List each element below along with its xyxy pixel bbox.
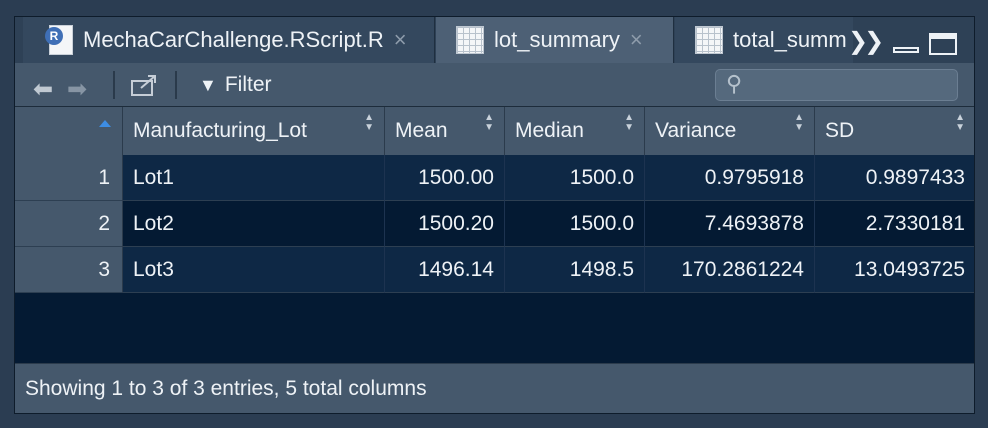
popout-icon[interactable] bbox=[129, 73, 159, 97]
cell-mean: 1500.20 bbox=[385, 201, 505, 247]
tab-total-summary[interactable]: total_summ bbox=[675, 17, 853, 63]
cell-sd: 0.9897433 bbox=[815, 155, 974, 201]
sort-icon: ▲ ▼ bbox=[955, 112, 965, 133]
toolbar-divider bbox=[113, 71, 115, 99]
table-header: Manufacturing_Lot ▲ ▼ Mean ▲ ▼ Median ▲ ▼ V… bbox=[15, 107, 974, 155]
column-header-variance[interactable]: Variance ▲ ▼ bbox=[645, 107, 815, 155]
close-tab-icon[interactable]: × bbox=[394, 27, 407, 53]
table-row[interactable]: 3 Lot3 1496.14 1498.5 170.2861224 13.049… bbox=[15, 247, 974, 293]
search-input[interactable]: ⚲ bbox=[715, 69, 958, 101]
toolbar: ⬅ ➡ ▼ Filter ⚲ bbox=[15, 63, 974, 107]
column-header-label: SD bbox=[825, 119, 855, 142]
entries-summary: Showing 1 to 3 of 3 entries, 5 total col… bbox=[25, 376, 427, 400]
tab-label: total_summ bbox=[733, 27, 847, 52]
funnel-icon: ▼ bbox=[199, 74, 217, 95]
filter-label: Filter bbox=[224, 73, 272, 96]
cell-manufacturing-lot: Lot2 bbox=[123, 201, 385, 247]
cell-sd: 13.0493725 bbox=[815, 247, 974, 293]
column-header-median[interactable]: Median ▲ ▼ bbox=[505, 107, 645, 155]
table-icon bbox=[456, 26, 484, 54]
table-row[interactable]: 1 Lot1 1500.00 1500.0 0.9795918 0.989743… bbox=[15, 155, 974, 201]
back-arrow-icon[interactable]: ⬅ bbox=[33, 75, 53, 104]
forward-arrow-icon[interactable]: ➡ bbox=[67, 75, 87, 104]
tab-lot-summary[interactable]: lot_summary × bbox=[436, 17, 674, 63]
tab-overflow-icon[interactable]: ❯❯ bbox=[848, 27, 884, 56]
minimize-icon[interactable] bbox=[893, 47, 919, 53]
sort-icon: ▲ ▼ bbox=[364, 112, 374, 133]
sort-icon: ▲ ▼ bbox=[794, 112, 804, 133]
row-index: 1 bbox=[15, 155, 123, 201]
data-viewer-pane: R MechaCarChallenge.RScript.R × lot_summ… bbox=[14, 16, 975, 414]
cell-mean: 1496.14 bbox=[385, 247, 505, 293]
tab-label: MechaCarChallenge.RScript.R bbox=[83, 27, 384, 52]
row-index: 3 bbox=[15, 247, 123, 293]
table-icon bbox=[695, 26, 723, 54]
cell-variance: 170.2861224 bbox=[645, 247, 815, 293]
sort-icon: ▲ ▼ bbox=[624, 112, 634, 133]
search-icon: ⚲ bbox=[726, 71, 743, 96]
sort-asc-icon bbox=[99, 120, 111, 127]
tab-bar: R MechaCarChallenge.RScript.R × lot_summ… bbox=[15, 17, 974, 63]
column-header-label: Median bbox=[515, 119, 584, 142]
cell-mean: 1500.00 bbox=[385, 155, 505, 201]
maximize-icon[interactable] bbox=[929, 33, 957, 55]
cell-sd: 2.7330181 bbox=[815, 201, 974, 247]
column-header-label: Variance bbox=[655, 119, 737, 142]
cell-manufacturing-lot: Lot3 bbox=[123, 247, 385, 293]
filter-button[interactable]: ▼ Filter bbox=[199, 73, 272, 97]
tab-mechacar-script[interactable]: R MechaCarChallenge.RScript.R × bbox=[23, 17, 435, 63]
table-row[interactable]: 2 Lot2 1500.20 1500.0 7.4693878 2.733018… bbox=[15, 201, 974, 247]
tab-label: lot_summary bbox=[494, 27, 620, 52]
cell-manufacturing-lot: Lot1 bbox=[123, 155, 385, 201]
column-header-sd[interactable]: SD ▲ ▼ bbox=[815, 107, 974, 155]
toolbar-divider bbox=[175, 71, 177, 99]
cell-median: 1500.0 bbox=[505, 201, 645, 247]
r-script-icon: R bbox=[45, 25, 73, 55]
column-header-label: Mean bbox=[395, 119, 448, 142]
column-header-label: Manufacturing_Lot bbox=[133, 119, 307, 142]
cell-median: 1500.0 bbox=[505, 155, 645, 201]
sort-icon: ▲ ▼ bbox=[484, 112, 494, 133]
cell-median: 1498.5 bbox=[505, 247, 645, 293]
status-bar: Showing 1 to 3 of 3 entries, 5 total col… bbox=[15, 363, 974, 413]
column-header-manufacturing-lot[interactable]: Manufacturing_Lot ▲ ▼ bbox=[123, 107, 385, 155]
row-index: 2 bbox=[15, 201, 123, 247]
cell-variance: 0.9795918 bbox=[645, 155, 815, 201]
column-header-mean[interactable]: Mean ▲ ▼ bbox=[385, 107, 505, 155]
row-index-header[interactable] bbox=[15, 107, 123, 155]
close-tab-icon[interactable]: × bbox=[630, 27, 643, 53]
cell-variance: 7.4693878 bbox=[645, 201, 815, 247]
